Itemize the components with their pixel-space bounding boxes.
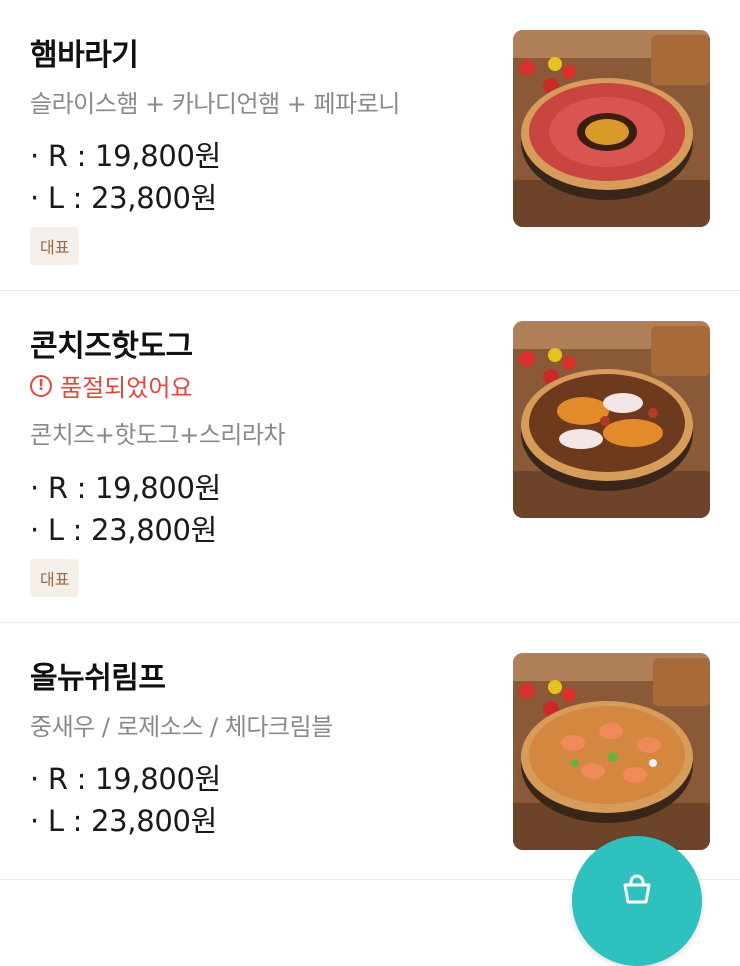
- alert-icon: !: [30, 374, 52, 397]
- menu-item-name: 콘치즈핫도그: [30, 329, 193, 364]
- cart-icon: [623, 874, 651, 904]
- representative-badge: 대표: [30, 559, 80, 597]
- menu-item-hambaragi[interactable]: 햄바라기 슬라이스햄 + 카나디언햄 + 페파로니 · R : 19,800원 …: [0, 0, 740, 291]
- sold-out-status: ! 품절되었어요: [30, 368, 192, 403]
- sold-out-label: 품절되었어요: [60, 374, 193, 402]
- price-large: · L : 23,800원: [30, 513, 218, 547]
- price-regular: · R : 19,800원: [30, 471, 222, 505]
- pizza-image[interactable]: [513, 30, 710, 227]
- price-regular: · R : 19,800원: [30, 762, 222, 796]
- menu-item-name: 올뉴쉬림프: [30, 661, 166, 696]
- pizza-image[interactable]: [513, 653, 710, 850]
- menu-item-name: 햄바라기: [30, 38, 139, 73]
- pizza-photo: [513, 653, 710, 850]
- representative-badge: 대표: [30, 227, 80, 265]
- price-large: · L : 23,800원: [30, 181, 218, 215]
- pizza-image[interactable]: [513, 321, 710, 518]
- menu-item-description: 슬라이스햄 + 카나디언햄 + 페파로니: [30, 90, 400, 118]
- menu-item-description: 중새우 / 로제소스 / 체다크림블: [30, 713, 333, 741]
- cart-button[interactable]: [572, 836, 702, 966]
- pizza-photo: [513, 321, 710, 518]
- price-regular: · R : 19,800원: [30, 139, 222, 173]
- menu-item-corn-cheese-hotdog[interactable]: 콘치즈핫도그 ! 품절되었어요 콘치즈+핫도그+스리라차 · R : 19,80…: [0, 291, 740, 623]
- pizza-photo: [513, 30, 710, 227]
- price-large: · L : 23,800원: [30, 804, 218, 838]
- menu-item-description: 콘치즈+핫도그+스리라차: [30, 421, 286, 449]
